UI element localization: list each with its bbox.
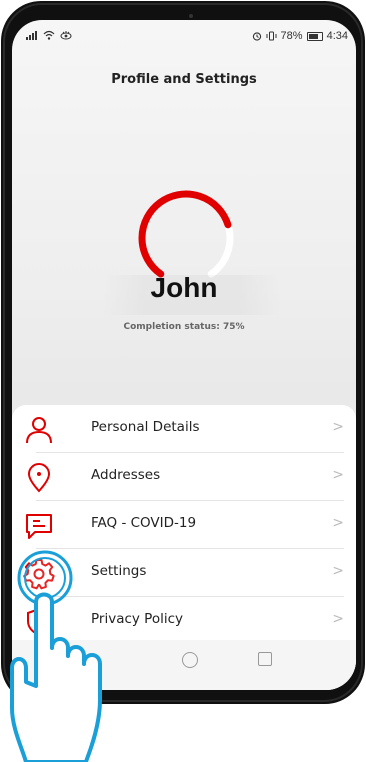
person-icon bbox=[26, 417, 52, 444]
recent-apps-button[interactable] bbox=[258, 652, 272, 666]
menu-item-label: Addresses bbox=[91, 467, 161, 483]
menu-item-addresses[interactable]: Addresses > bbox=[12, 453, 356, 501]
tap-hand-icon bbox=[10, 550, 102, 762]
battery-icon bbox=[306, 31, 323, 41]
page-title: Profile and Settings bbox=[111, 72, 257, 87]
menu-item-personal-details[interactable]: Personal Details > bbox=[12, 405, 356, 453]
alarm-icon bbox=[252, 32, 261, 41]
battery-percent: 78% bbox=[280, 30, 303, 42]
chevron-right-icon: > bbox=[332, 611, 344, 627]
chevron-right-icon: > bbox=[332, 563, 344, 579]
status-bar: 78% 4:34 bbox=[12, 20, 356, 48]
location-pin-icon bbox=[27, 463, 51, 493]
status-time: 4:34 bbox=[326, 30, 348, 42]
wifi-icon bbox=[43, 30, 55, 40]
eye-icon bbox=[60, 31, 72, 40]
menu-item-label: Personal Details bbox=[91, 419, 200, 435]
chevron-right-icon: > bbox=[332, 467, 344, 483]
hand-outline bbox=[10, 592, 102, 762]
vibrate-icon bbox=[266, 31, 277, 41]
signal-icon bbox=[26, 31, 37, 40]
home-button[interactable] bbox=[182, 652, 198, 668]
menu-item-label: FAQ - COVID-19 bbox=[91, 515, 197, 531]
chevron-right-icon: > bbox=[332, 515, 344, 531]
tap-highlight-inner-ring bbox=[24, 557, 66, 599]
chevron-right-icon: > bbox=[332, 419, 344, 435]
progress-arc bbox=[138, 190, 232, 278]
user-name: John bbox=[150, 272, 218, 303]
completion-status: Completion status: 75% bbox=[123, 322, 245, 332]
